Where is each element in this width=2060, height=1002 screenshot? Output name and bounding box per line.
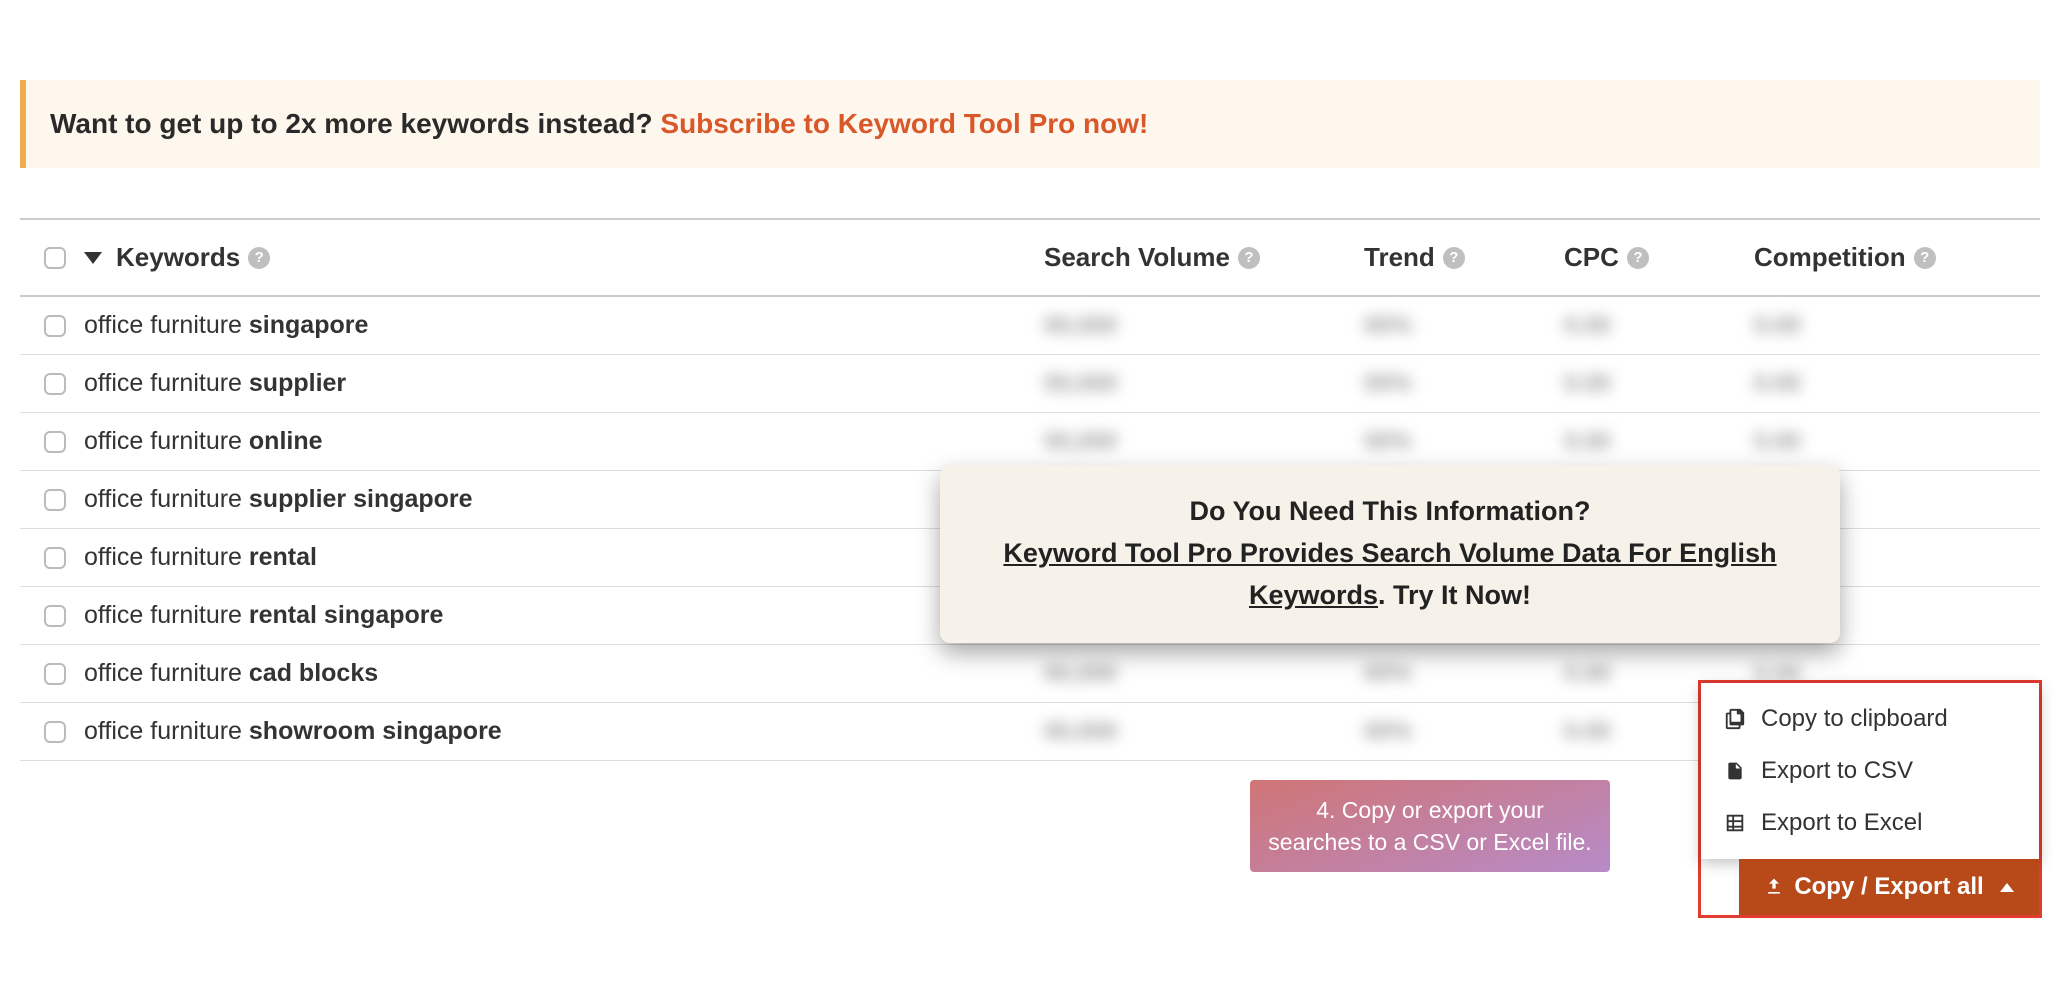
promo-banner: Want to get up to 2x more keywords inste… bbox=[20, 80, 2040, 168]
table-row: office furniture online00,00000%0.000.00 bbox=[20, 413, 2040, 471]
blurred-value: 00,000 bbox=[1044, 718, 1117, 745]
blurred-value: 0.00 bbox=[1754, 428, 1801, 455]
blurred-value: 0.00 bbox=[1754, 312, 1801, 339]
sort-caret-down-icon bbox=[84, 252, 102, 264]
csv-label: Export to CSV bbox=[1761, 757, 1913, 785]
row-checkbox[interactable] bbox=[44, 663, 66, 685]
keyword-cell[interactable]: office furniture showroom singapore bbox=[84, 717, 1044, 746]
popup-tail: . Try It Now! bbox=[1378, 580, 1531, 610]
keyword-prefix: office furniture bbox=[84, 427, 249, 455]
keyword-prefix: office furniture bbox=[84, 543, 249, 571]
keyword-cell[interactable]: office furniture rental singapore bbox=[84, 601, 1044, 630]
export-excel-item[interactable]: Export to Excel bbox=[1701, 797, 2039, 849]
header-keywords-label: Keywords bbox=[116, 242, 240, 273]
keyword-cell[interactable]: office furniture online bbox=[84, 427, 1044, 456]
keyword-suffix: supplier singapore bbox=[249, 485, 473, 513]
promo-cta-link[interactable]: Subscribe to Keyword Tool Pro now! bbox=[660, 108, 1148, 139]
keyword-prefix: office furniture bbox=[84, 717, 249, 745]
blurred-value: 0.00 bbox=[1754, 370, 1801, 397]
keyword-prefix: office furniture bbox=[84, 601, 249, 629]
upsell-popup[interactable]: Do You Need This Information? Keyword To… bbox=[940, 465, 1840, 643]
export-panel: Copy to clipboard Export to CSV Export t… bbox=[1698, 680, 2042, 918]
popup-line1: Do You Need This Information? bbox=[980, 491, 1800, 533]
keyword-prefix: office furniture bbox=[84, 311, 249, 339]
header-trend-label: Trend bbox=[1364, 242, 1435, 273]
header-trend[interactable]: Trend ? bbox=[1364, 242, 1564, 273]
keyword-suffix: showroom singapore bbox=[249, 717, 502, 745]
copy-to-clipboard-item[interactable]: Copy to clipboard bbox=[1701, 693, 2039, 745]
blurred-value: 00% bbox=[1364, 370, 1412, 397]
excel-label: Export to Excel bbox=[1761, 809, 1922, 837]
blurred-value: 00% bbox=[1364, 660, 1412, 687]
export-icon bbox=[1764, 877, 1784, 897]
row-checkbox[interactable] bbox=[44, 315, 66, 337]
blurred-value: 00,000 bbox=[1044, 312, 1117, 339]
header-competition[interactable]: Competition ? bbox=[1754, 242, 2034, 273]
blurred-value: 00% bbox=[1364, 718, 1412, 745]
table-header-row: Keywords ? Search Volume ? Trend ? CPC ?… bbox=[20, 218, 2040, 297]
keyword-cell[interactable]: office furniture supplier singapore bbox=[84, 485, 1044, 514]
blurred-value: 00% bbox=[1364, 312, 1412, 339]
row-checkbox[interactable] bbox=[44, 373, 66, 395]
header-cpc-label: CPC bbox=[1564, 242, 1619, 273]
keyword-suffix: rental bbox=[249, 543, 317, 571]
header-search-volume[interactable]: Search Volume ? bbox=[1044, 242, 1364, 273]
row-checkbox[interactable] bbox=[44, 489, 66, 511]
help-icon[interactable]: ? bbox=[1238, 247, 1260, 269]
tutorial-hint: 4. Copy or export your searches to a CSV… bbox=[1250, 780, 1610, 872]
keyword-suffix: online bbox=[249, 427, 323, 455]
spreadsheet-icon bbox=[1723, 812, 1747, 834]
select-all-checkbox[interactable] bbox=[44, 247, 66, 269]
row-checkbox[interactable] bbox=[44, 431, 66, 453]
export-csv-item[interactable]: Export to CSV bbox=[1701, 745, 2039, 797]
table-row: office furniture singapore00,00000%0.000… bbox=[20, 297, 2040, 355]
keyword-suffix: rental singapore bbox=[249, 601, 444, 629]
help-icon[interactable]: ? bbox=[1914, 247, 1936, 269]
header-cpc[interactable]: CPC ? bbox=[1564, 242, 1754, 273]
keyword-suffix: singapore bbox=[249, 311, 368, 339]
header-sv-label: Search Volume bbox=[1044, 242, 1230, 273]
keyword-prefix: office furniture bbox=[84, 369, 249, 397]
file-icon bbox=[1723, 760, 1747, 782]
export-all-label: Copy / Export all bbox=[1794, 873, 1983, 901]
keyword-suffix: cad blocks bbox=[249, 659, 378, 687]
row-checkbox[interactable] bbox=[44, 547, 66, 569]
promo-text: Want to get up to 2x more keywords inste… bbox=[50, 108, 660, 139]
help-icon[interactable]: ? bbox=[1443, 247, 1465, 269]
blurred-value: 0.00 bbox=[1564, 428, 1611, 455]
keyword-cell[interactable]: office furniture rental bbox=[84, 543, 1044, 572]
blurred-value: 0.00 bbox=[1564, 660, 1611, 687]
blurred-value: 0.00 bbox=[1564, 370, 1611, 397]
header-comp-label: Competition bbox=[1754, 242, 1906, 273]
keyword-cell[interactable]: office furniture cad blocks bbox=[84, 659, 1044, 688]
keyword-prefix: office furniture bbox=[84, 659, 249, 687]
hint-text: 4. Copy or export your searches to a CSV… bbox=[1268, 797, 1591, 855]
header-keywords[interactable]: Keywords ? bbox=[84, 242, 1044, 273]
blurred-value: 00,000 bbox=[1044, 370, 1117, 397]
row-checkbox[interactable] bbox=[44, 721, 66, 743]
help-icon[interactable]: ? bbox=[248, 247, 270, 269]
clipboard-icon bbox=[1723, 708, 1747, 730]
blurred-value: 00% bbox=[1364, 428, 1412, 455]
keyword-cell[interactable]: office furniture supplier bbox=[84, 369, 1044, 398]
caret-up-icon bbox=[2000, 883, 2014, 892]
keyword-suffix: supplier bbox=[249, 369, 346, 397]
keyword-prefix: office furniture bbox=[84, 485, 249, 513]
blurred-value: 0.00 bbox=[1564, 718, 1611, 745]
blurred-value: 00,000 bbox=[1044, 660, 1117, 687]
copy-export-all-button[interactable]: Copy / Export all bbox=[1739, 859, 2039, 915]
table-row: office furniture supplier00,00000%0.000.… bbox=[20, 355, 2040, 413]
help-icon[interactable]: ? bbox=[1627, 247, 1649, 269]
blurred-value: 0.00 bbox=[1564, 312, 1611, 339]
blurred-value: 00,000 bbox=[1044, 428, 1117, 455]
export-menu: Copy to clipboard Export to CSV Export t… bbox=[1701, 683, 2039, 859]
copy-label: Copy to clipboard bbox=[1761, 705, 1948, 733]
row-checkbox[interactable] bbox=[44, 605, 66, 627]
keyword-cell[interactable]: office furniture singapore bbox=[84, 311, 1044, 340]
popup-line2: Keyword Tool Pro Provides Search Volume … bbox=[980, 533, 1800, 617]
